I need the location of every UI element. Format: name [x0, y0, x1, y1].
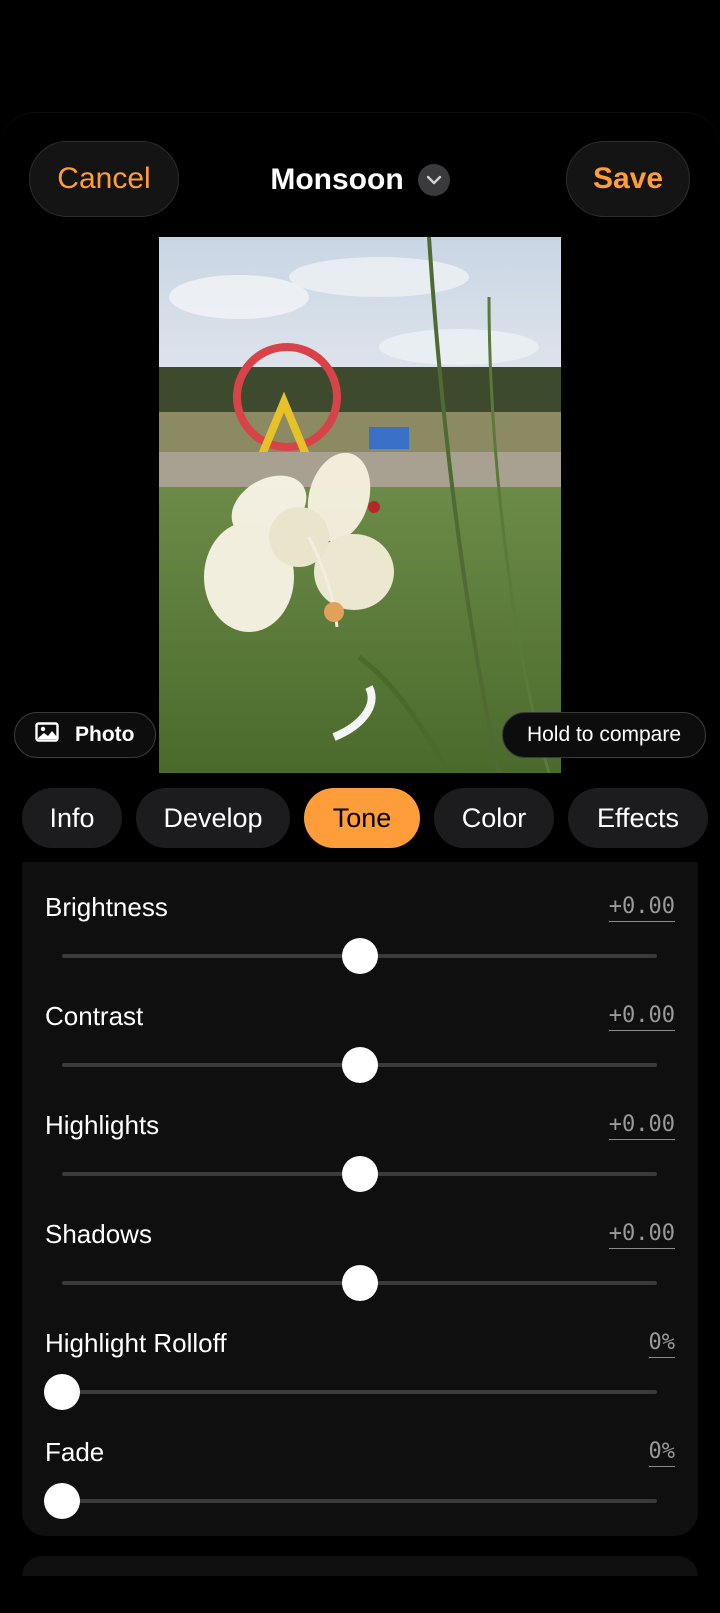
highlight-rolloff-label: Highlight Rolloff [45, 1328, 227, 1358]
tab-develop[interactable]: Develop [136, 788, 290, 848]
fade-slider-knob[interactable] [44, 1483, 80, 1519]
cancel-button[interactable]: Cancel [29, 141, 179, 217]
highlights-row: Highlights +0.00 [22, 1096, 698, 1206]
brightness-value[interactable]: +0.00 [608, 894, 675, 922]
tab-info[interactable]: Info [22, 788, 122, 848]
highlights-value[interactable]: +0.00 [608, 1112, 675, 1140]
compare-label: Hold to compare [526, 723, 682, 746]
contrast-value[interactable]: +0.00 [608, 1003, 675, 1031]
photo-chip-label: Photo [75, 723, 135, 746]
tab-effects[interactable]: Effects [568, 788, 708, 848]
brightness-slider-knob[interactable] [341, 938, 378, 974]
fade-slider-track[interactable] [62, 1499, 657, 1503]
contrast-label: Contrast [45, 1001, 144, 1031]
shadows-label: Shadows [45, 1219, 152, 1249]
contrast-slider-knob[interactable] [341, 1047, 378, 1083]
fade-row: Fade 0% [22, 1423, 698, 1533]
adjustment-tabs: Info Develop Tone Color Effects [0, 788, 720, 848]
image-icon [35, 722, 59, 748]
highlights-label: Highlights [45, 1110, 160, 1140]
hold-to-compare-button[interactable]: Hold to compare [502, 712, 706, 758]
brightness-row: Brightness +0.00 [22, 878, 698, 988]
fade-label: Fade [45, 1437, 105, 1467]
fade-value[interactable]: 0% [648, 1439, 675, 1467]
highlight-rolloff-row: Highlight Rolloff 0% [22, 1314, 698, 1424]
shadows-slider-knob[interactable] [341, 1265, 378, 1301]
tone-adjustments-panel: Brightness +0.00 Contrast +0.00 Highligh… [22, 862, 698, 1536]
save-button[interactable]: Save [566, 141, 690, 217]
shadows-value[interactable]: +0.00 [608, 1221, 675, 1249]
next-panel-edge [22, 1556, 698, 1576]
tab-tone[interactable]: Tone [304, 788, 420, 848]
brightness-label: Brightness [45, 892, 168, 922]
highlight-rolloff-value[interactable]: 0% [648, 1330, 675, 1358]
highlight-rolloff-slider-track[interactable] [62, 1390, 657, 1394]
highlight-rolloff-slider-knob[interactable] [44, 1374, 80, 1410]
preset-name: Monsoon [270, 163, 404, 196]
chevron-down-icon[interactable] [417, 164, 450, 196]
highlights-slider-knob[interactable] [341, 1156, 378, 1192]
contrast-row: Contrast +0.00 [22, 987, 698, 1097]
tab-color[interactable]: Color [434, 788, 554, 848]
preset-title[interactable]: Monsoon [240, 150, 480, 210]
photo-chip[interactable]: Photo [14, 712, 156, 758]
photo-preview[interactable] [159, 237, 561, 773]
shadows-row: Shadows +0.00 [22, 1205, 698, 1315]
